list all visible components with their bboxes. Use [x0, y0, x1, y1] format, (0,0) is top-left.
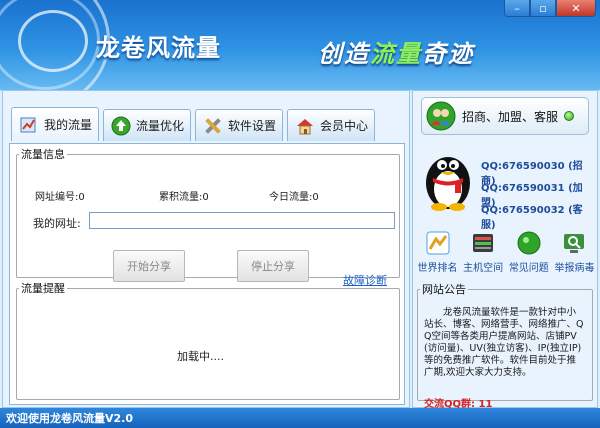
- right-panel: 招商、加盟、客服 QQ:676590030 (招商) QQ:676590031 …: [412, 90, 598, 410]
- house-icon: [294, 115, 316, 137]
- arrow-up-icon: [110, 115, 132, 137]
- tool-label: 举报病毒: [554, 263, 595, 274]
- status-bar: 欢迎使用龙卷风流量V2.0: [0, 408, 600, 428]
- tab-my-traffic[interactable]: 我的流量: [11, 107, 100, 141]
- today-traffic-row: 今日流量:0: [269, 188, 319, 203]
- site-id-value: 0: [78, 192, 85, 203]
- slogan-part1: 创造: [318, 39, 370, 68]
- tab-member-center[interactable]: 会员中心: [287, 109, 376, 141]
- traffic-tip-legend: 流量提醒: [21, 282, 65, 295]
- tab-label: 会员中心: [320, 119, 369, 133]
- start-share-button[interactable]: 开始分享: [113, 250, 185, 282]
- window-controls: – ▫ ✕: [504, 0, 596, 17]
- app-title: 龙卷风流量: [96, 34, 221, 62]
- site-notice-legend: 网站公告: [422, 283, 466, 296]
- world-rank-icon: [426, 231, 449, 255]
- tab-traffic-optimize[interactable]: 流量优化: [103, 109, 192, 141]
- slogan: 创造流量奇迹: [318, 34, 474, 69]
- tool-faq[interactable]: 常见问题: [506, 231, 551, 274]
- tool-grid: 世界排名 主机空间 常见问题 举报病毒: [415, 231, 597, 274]
- url-label: 我的网址:: [33, 217, 81, 230]
- total-traffic-value: 0: [202, 192, 209, 203]
- site-id-label: 网址编号:: [35, 192, 79, 203]
- help-icon: [517, 231, 541, 255]
- tools-icon: [202, 115, 224, 137]
- app-window: 龙卷风流量 创造流量奇迹 – ▫ ✕ 我的流量 流量优化 软件设置 会员中心 流…: [0, 0, 600, 428]
- loading-text: 加载中....: [177, 350, 224, 363]
- chart-icon: [18, 114, 40, 136]
- tornado-swirl-decor: [18, 10, 88, 72]
- traffic-info-group: 流量信息 网址编号:0 累积流量:0 今日流量:0 我的网址: 开始分享 停止分…: [16, 146, 400, 287]
- site-notice-group: 网站公告 龙卷风流量软件是一款针对中小站长、博客、网络营手、网络推广、QQ空间等…: [417, 281, 593, 410]
- tool-label: 常见问题: [508, 263, 549, 274]
- site-notice-text: 龙卷风流量软件是一款针对中小站长、博客、网络营手、网络推广、QQ空间等各类用户提…: [424, 307, 584, 378]
- close-button[interactable]: ✕: [556, 0, 596, 17]
- minimize-button[interactable]: –: [504, 0, 530, 17]
- maximize-button[interactable]: ▫: [530, 0, 556, 17]
- partner-service-button[interactable]: 招商、加盟、客服: [421, 97, 589, 135]
- slogan-part2: 流量: [370, 39, 422, 68]
- total-traffic-row: 累积流量:0: [159, 188, 209, 203]
- people-icon: [426, 101, 456, 131]
- header-banner: 龙卷风流量 创造流量奇迹 – ▫ ✕: [0, 0, 600, 90]
- tool-report-virus[interactable]: 举报病毒: [552, 231, 597, 274]
- slogan-part3: 奇迹: [422, 39, 474, 68]
- tab-content: 流量信息 网址编号:0 累积流量:0 今日流量:0 我的网址: 开始分享 停止分…: [9, 143, 405, 405]
- today-traffic-value: 0: [312, 192, 319, 203]
- partner-service-label: 招商、加盟、客服: [462, 109, 559, 124]
- today-traffic-label: 今日流量:: [269, 192, 313, 203]
- tool-label: 世界排名: [417, 263, 458, 274]
- qq-penguin-icon: [421, 145, 475, 214]
- traffic-info-legend: 流量信息: [21, 148, 65, 161]
- tab-software-settings[interactable]: 软件设置: [195, 109, 284, 141]
- total-traffic-label: 累积流量:: [159, 192, 203, 203]
- stop-share-button[interactable]: 停止分享: [237, 250, 309, 282]
- tool-world-rank[interactable]: 世界排名: [415, 231, 460, 274]
- server-icon: [473, 234, 494, 252]
- tool-label: 主机空间: [463, 263, 504, 274]
- qq-contact-3[interactable]: QQ:676590032 (客服): [481, 201, 597, 231]
- url-input[interactable]: [89, 212, 395, 229]
- tab-bar: 我的流量 流量优化 软件设置 会员中心: [11, 107, 379, 141]
- tab-label: 我的流量: [44, 118, 93, 132]
- report-virus-icon: [564, 234, 585, 253]
- tab-label: 流量优化: [136, 119, 185, 133]
- traffic-tip-group: 流量提醒 加载中....: [16, 280, 400, 400]
- tab-label: 软件设置: [228, 119, 277, 133]
- site-id-row: 网址编号:0: [35, 188, 85, 203]
- main-panel: 我的流量 流量优化 软件设置 会员中心 流量信息 网址编号:0 累积流量:0 今…: [2, 90, 410, 408]
- status-dot-icon: [564, 111, 575, 121]
- tool-host-space[interactable]: 主机空间: [461, 231, 506, 274]
